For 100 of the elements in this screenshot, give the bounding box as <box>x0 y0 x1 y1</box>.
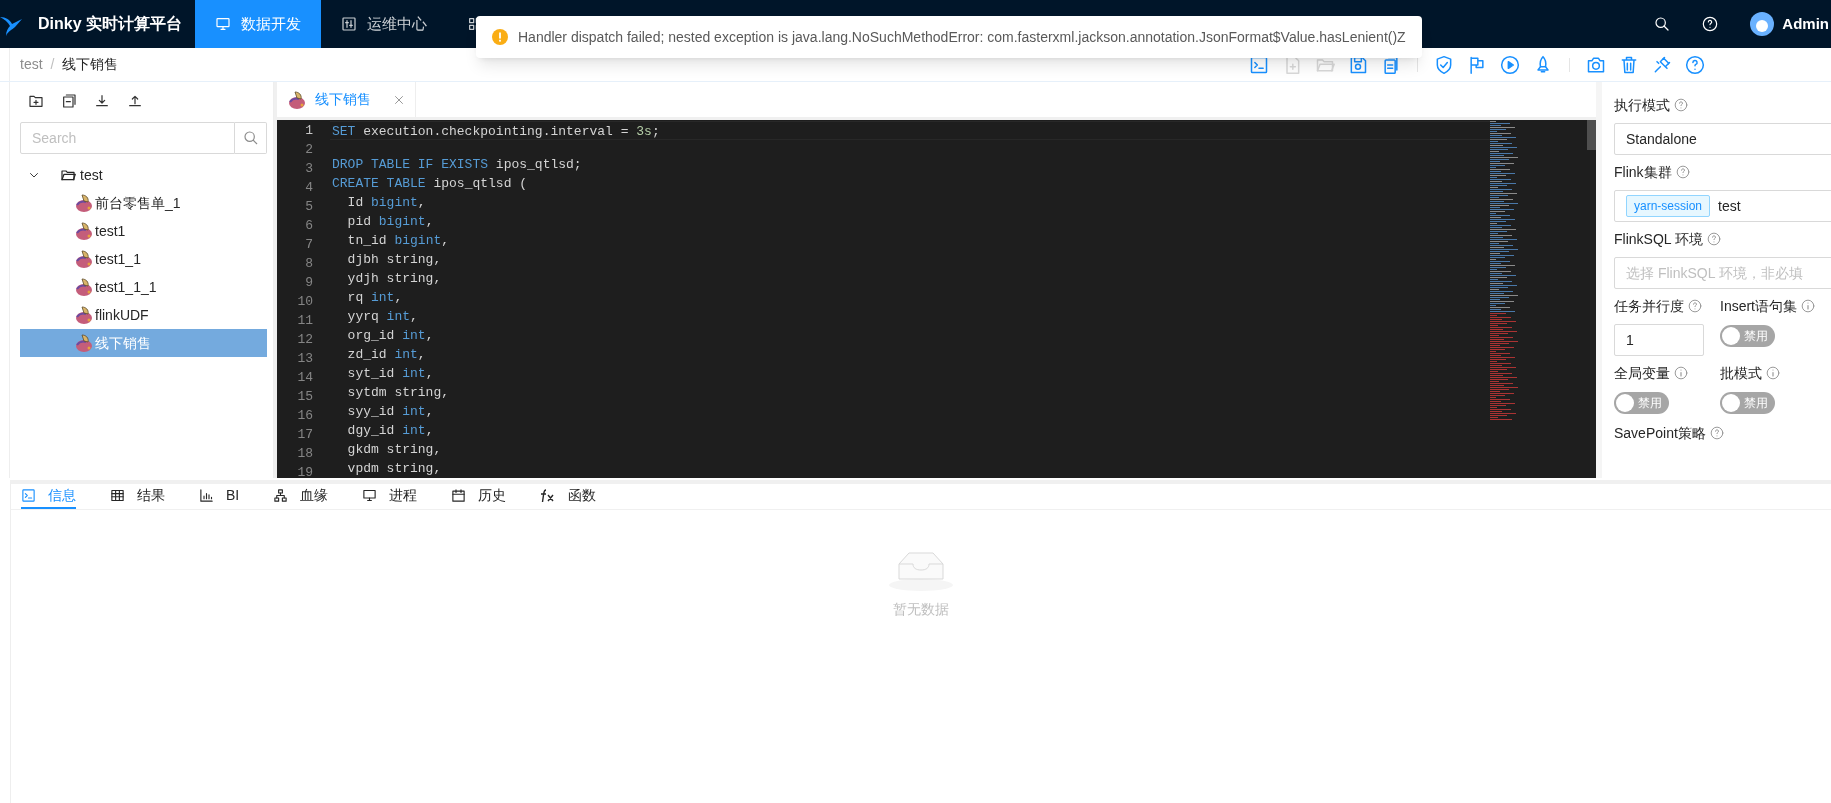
download-icon[interactable] <box>94 93 110 109</box>
line-number: 2 <box>305 141 313 159</box>
upload-icon[interactable] <box>127 93 143 109</box>
tree-item[interactable]: flinkUDF <box>20 301 267 329</box>
panel-tab[interactable]: 结果 <box>110 484 165 509</box>
code-line: dgy_id int, <box>346 423 434 438</box>
avatar-icon[interactable] <box>1750 12 1775 36</box>
number-field[interactable]: 1 <box>1614 324 1704 356</box>
line-number: 8 <box>305 255 313 273</box>
info-icon <box>1766 366 1780 380</box>
table-icon <box>110 488 125 503</box>
nav-tab[interactable]: 运维中心 <box>321 0 447 48</box>
tree-folder[interactable]: test <box>80 164 103 186</box>
help-icon <box>1688 299 1702 313</box>
select-field[interactable]: 选择 FlinkSQL 环境，非必填 <box>1614 257 1831 289</box>
cluster-tag: yarn-session <box>1626 195 1711 217</box>
code-line: syy_id int, <box>346 404 434 419</box>
line-number: 13 <box>297 350 313 368</box>
tree-item[interactable]: 前台零售单_1 <box>20 189 267 217</box>
calendar-icon <box>451 488 467 503</box>
add-folder-icon[interactable] <box>28 93 44 109</box>
info-icon <box>1674 366 1688 380</box>
scrollbar-thumb[interactable] <box>1587 120 1596 150</box>
code-line: ydjh string, <box>346 271 442 286</box>
line-number: 10 <box>297 293 313 311</box>
bar-chart-icon <box>199 488 214 503</box>
line-number: 3 <box>305 160 313 178</box>
search-icon[interactable] <box>1654 16 1671 32</box>
code-line: djbh string, <box>346 252 442 267</box>
field-label: 任务并行度 <box>1614 296 1684 316</box>
close-icon[interactable] <box>393 93 405 106</box>
panel-tab[interactable]: 血缘 <box>273 484 329 509</box>
field-label: FlinkSQL 环境 <box>1614 229 1703 249</box>
line-number: 6 <box>305 217 313 235</box>
mascot-icon <box>74 221 94 241</box>
terminal-icon <box>21 488 36 503</box>
warning-icon <box>492 29 508 45</box>
line-number: 17 <box>297 426 313 444</box>
code-line: vpdm string, <box>346 461 442 476</box>
tree-item[interactable]: test1_1_1 <box>20 273 267 301</box>
line-number: 12 <box>297 331 313 349</box>
mascot-icon <box>74 277 94 297</box>
breadcrumb-item: 线下销售 <box>62 55 119 74</box>
line-number: 11 <box>297 312 313 330</box>
tree-item[interactable]: test1_1 <box>20 245 267 273</box>
trash-icon[interactable] <box>1619 54 1639 75</box>
line-number: 19 <box>297 464 313 478</box>
code-line: Id bigint, <box>346 195 426 210</box>
user-name[interactable]: Admin <box>1782 12 1831 36</box>
tree-item[interactable]: test1 <box>20 217 267 245</box>
shield-check-icon[interactable] <box>1434 54 1454 75</box>
toast-message: Handler dispatch failed; nested exception is java.lang.NoSuchMethodError: com.fasterxml.jackson.annotation.JsonFormat$Value.hasLenient()Z <box>518 27 1406 47</box>
code-line: gkdm string, <box>346 442 442 457</box>
empty-message: 暂无数据 <box>893 600 949 619</box>
panel-tab[interactable]: 函数 <box>540 484 597 509</box>
mascot-icon <box>74 305 94 325</box>
monitor-icon <box>215 16 231 32</box>
line-number: 14 <box>297 369 313 387</box>
breadcrumb-separator: / <box>50 55 55 74</box>
field-label: Insert语句集 <box>1720 296 1797 316</box>
plug-icon[interactable] <box>1652 54 1672 75</box>
field-label: 执行模式 <box>1614 95 1670 115</box>
help-icon <box>1706 232 1721 246</box>
flag-icon[interactable] <box>1467 54 1487 75</box>
mascot-icon <box>74 249 94 269</box>
monitor-icon <box>362 488 378 503</box>
line-number: 7 <box>305 236 313 254</box>
line-number: 18 <box>297 445 313 463</box>
search-field[interactable]: Search <box>20 122 235 154</box>
hierarchy-icon <box>273 488 289 503</box>
code-line: zd_id int, <box>346 347 426 362</box>
empty-inbox-icon <box>889 550 953 591</box>
help-icon <box>1674 98 1688 112</box>
panel-tab[interactable]: 历史 <box>451 484 507 509</box>
code-line: rq int, <box>346 290 403 305</box>
field-label: 批模式 <box>1720 363 1762 383</box>
search-icon <box>242 130 259 146</box>
line-number: 15 <box>297 388 313 406</box>
select-field[interactable]: yarn-session test <box>1614 190 1831 222</box>
code-line: tn_id bigint, <box>346 233 450 248</box>
code-line: syt_id int, <box>346 366 434 381</box>
select-field[interactable]: Standalone <box>1614 123 1831 155</box>
collapse-icon[interactable] <box>61 93 77 109</box>
line-number: 5 <box>305 198 313 216</box>
line-number: 1 <box>305 122 313 140</box>
mascot-icon <box>287 89 307 110</box>
line-number: 4 <box>305 179 313 197</box>
panel-tab[interactable]: BI <box>199 484 240 509</box>
code-line: SET execution.checkpointing.interval = 3s; <box>332 124 660 139</box>
mascot-icon <box>74 193 94 213</box>
play-icon[interactable] <box>1500 54 1520 75</box>
line-number: 9 <box>305 274 313 292</box>
search-button[interactable] <box>235 122 267 154</box>
panel-tab[interactable]: 进程 <box>362 484 418 509</box>
field-label: 全局变量 <box>1614 363 1670 383</box>
field-label: Flink集群 <box>1614 162 1672 182</box>
info-icon <box>1801 299 1815 313</box>
sliders-icon <box>341 16 357 32</box>
code-line: sytdm string, <box>346 385 450 400</box>
code-line: CREATE TABLE ipos_qtlsd ( <box>332 176 528 191</box>
